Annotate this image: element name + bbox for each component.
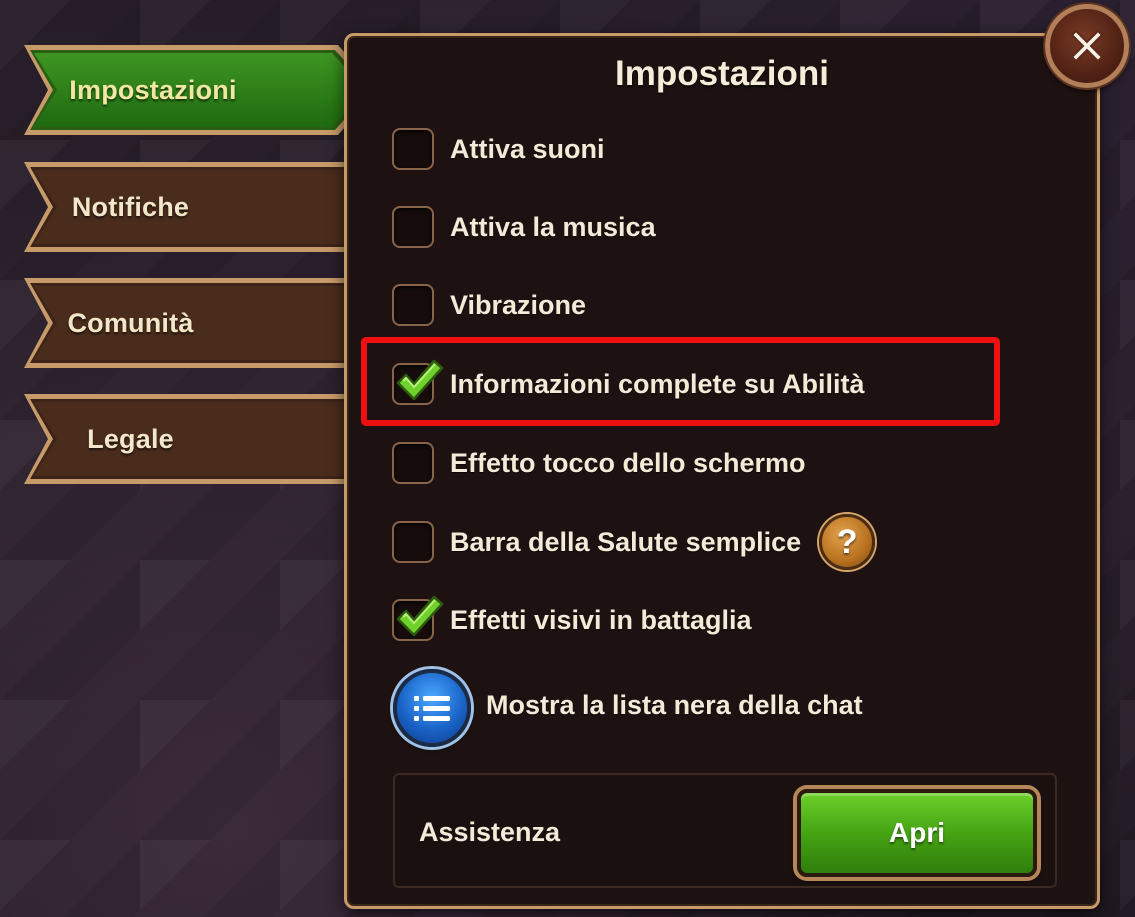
option-effetto-tocco[interactable]: Effetto tocco dello schermo — [392, 441, 806, 485]
tab-legale[interactable]: Legale — [20, 390, 345, 488]
option-label: Effetto tocco dello schermo — [450, 447, 806, 478]
checkbox[interactable] — [392, 595, 444, 641]
checkbox[interactable] — [392, 128, 434, 170]
option-label: Barra della Salute semplice — [450, 526, 802, 557]
tab-label: Comunità — [67, 307, 194, 338]
tab-impostazioni[interactable]: Impostazioni — [20, 41, 382, 139]
checkmark-icon — [396, 595, 444, 637]
option-vibrazione[interactable]: Vibrazione — [392, 283, 586, 327]
tab-label: Notifiche — [71, 191, 190, 222]
tab-label: Impostazioni — [69, 74, 237, 105]
tab-notifiche[interactable]: Notifiche — [20, 158, 345, 256]
panel-title: Impostazioni — [615, 54, 829, 93]
option-attiva-musica[interactable]: Attiva la musica — [392, 205, 656, 249]
option-informazioni-abilita[interactable]: Informazioni complete su Abilità — [392, 359, 865, 406]
option-attiva-suoni[interactable]: Attiva suoni — [392, 127, 605, 171]
option-effetti-visivi[interactable]: Effetti visivi in battaglia — [392, 595, 752, 642]
close-button[interactable] — [1045, 4, 1129, 88]
option-label: Informazioni complete su Abilità — [450, 368, 865, 399]
option-label: Attiva la musica — [450, 211, 656, 242]
checkmark-icon — [396, 359, 444, 401]
option-label: Vibrazione — [450, 289, 587, 320]
question-mark-icon[interactable]: ? — [819, 514, 876, 570]
tab-comunita[interactable]: Comunità — [20, 274, 345, 372]
option-barra-salute[interactable]: Barra della Salute semplice ? — [392, 514, 876, 570]
checkbox[interactable] — [392, 521, 434, 563]
checkbox[interactable] — [392, 359, 444, 405]
close-icon — [1070, 29, 1104, 63]
tab-label: Legale — [87, 423, 174, 454]
support-label: Assistenza — [419, 817, 561, 847]
checkbox[interactable] — [392, 206, 434, 248]
chat-blacklist-label: Mostra la lista nera della chat — [486, 690, 863, 720]
checkbox[interactable] — [392, 284, 434, 326]
option-label: Attiva suoni — [450, 133, 605, 164]
support-section: Assistenza Apri — [393, 773, 1057, 888]
list-icon — [414, 696, 450, 721]
checkbox[interactable] — [392, 442, 434, 484]
option-label: Effetti visivi in battaglia — [450, 604, 752, 635]
chat-blacklist-button[interactable] — [393, 669, 471, 747]
open-support-button[interactable]: Apri — [797, 789, 1037, 877]
